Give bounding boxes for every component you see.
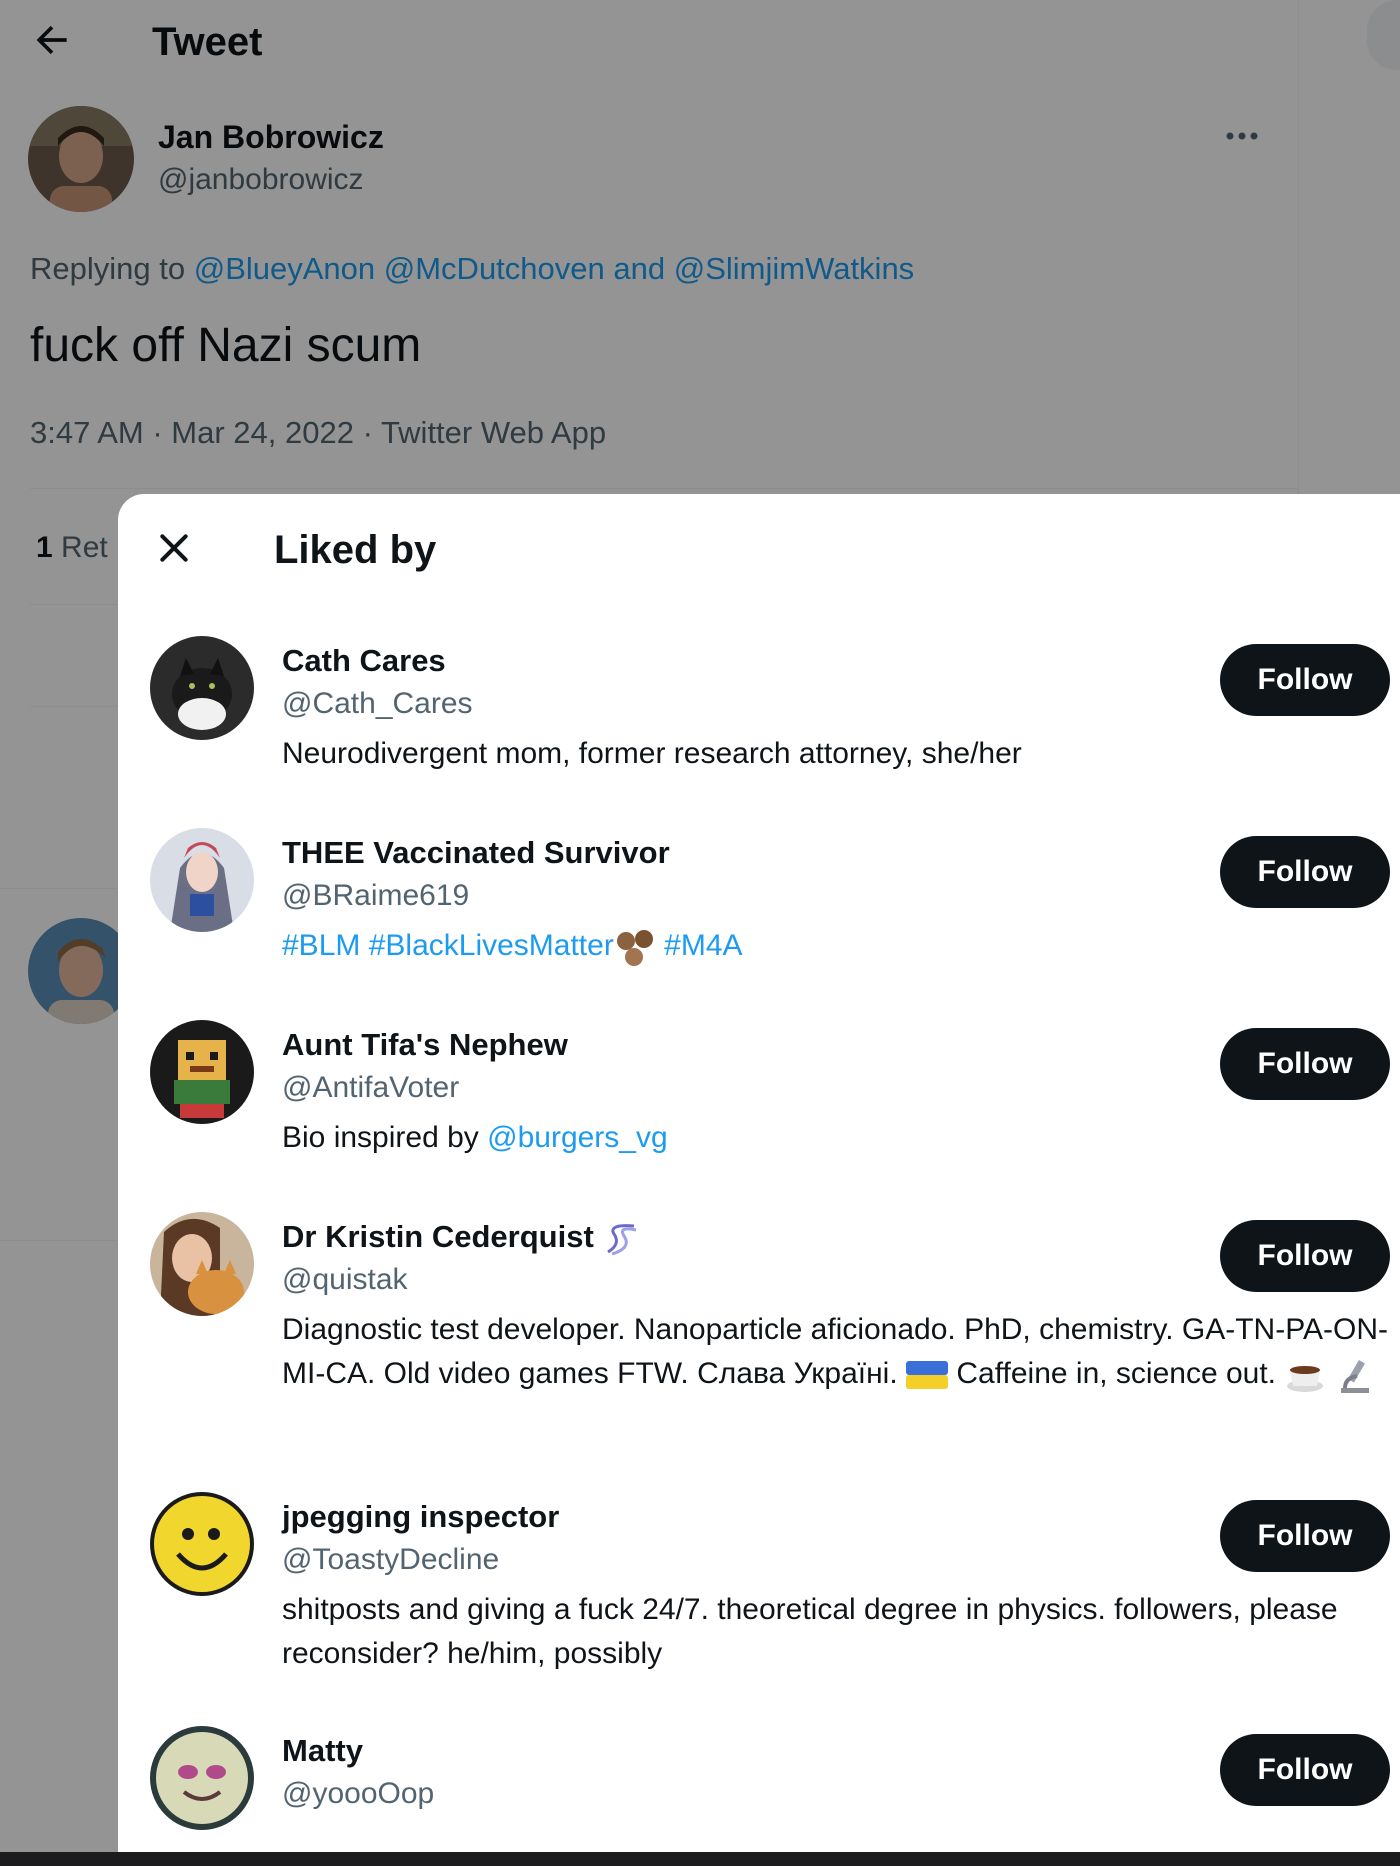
hashtag-link[interactable]: #BlackLivesMatter xyxy=(369,929,614,962)
ukraine-flag-icon xyxy=(906,1361,949,1390)
liked-by-modal: Liked by Cath Cares @Cath_Cares Neurodiv… xyxy=(118,494,1400,1852)
avatar[interactable] xyxy=(150,828,254,932)
follow-button[interactable]: Follow xyxy=(1220,836,1390,908)
bio-text: Caffeine in, science out. xyxy=(956,1357,1277,1390)
brown-hearts-emoji xyxy=(616,930,653,967)
user-name[interactable]: THEE Vaccinated Survivor xyxy=(282,834,670,872)
bottom-strip xyxy=(0,1852,1400,1866)
user-bio: Bio inspired by @burgers_vg xyxy=(282,1116,1392,1160)
avatar[interactable] xyxy=(150,1020,254,1124)
hashtag-link[interactable]: #M4A xyxy=(664,929,742,962)
user-bio: Neurodivergent mom, former research atto… xyxy=(282,737,1022,770)
user-cell[interactable]: Dr Kristin Cederquist @quistak Diagnosti… xyxy=(118,1212,1400,1448)
user-handle[interactable]: @yoooOop xyxy=(282,1776,434,1812)
avatar[interactable] xyxy=(150,1212,254,1316)
user-name[interactable]: Matty xyxy=(282,1732,363,1770)
follow-button[interactable]: Follow xyxy=(1220,1220,1390,1292)
user-cell[interactable]: THEE Vaccinated Survivor @BRaime619 #BLM… xyxy=(118,828,1400,978)
user-handle[interactable]: @Cath_Cares xyxy=(282,686,473,722)
user-handle[interactable]: @BRaime619 xyxy=(282,878,469,914)
avatar[interactable] xyxy=(150,1726,254,1830)
user-name[interactable]: Dr Kristin Cederquist xyxy=(282,1218,640,1258)
close-icon[interactable] xyxy=(154,528,194,568)
user-name[interactable]: Aunt Tifa's Nephew xyxy=(282,1026,568,1064)
mention-link[interactable]: @burgers_vg xyxy=(487,1121,668,1154)
user-bio: Diagnostic test developer. Nanoparticle … xyxy=(282,1308,1392,1396)
user-name-text: Dr Kristin Cederquist xyxy=(282,1219,594,1254)
dna-icon xyxy=(607,1224,637,1256)
user-bio: shitposts and giving a fuck 24/7. theore… xyxy=(282,1593,1338,1670)
coffee-icon xyxy=(1287,1366,1324,1393)
user-cell[interactable]: Matty @yoooOop Follow xyxy=(118,1726,1400,1846)
user-handle[interactable]: @ToastyDecline xyxy=(282,1542,499,1578)
bio-text: Bio inspired by xyxy=(282,1121,479,1154)
user-handle[interactable]: @quistak xyxy=(282,1262,408,1298)
hashtag-link[interactable]: #BLM xyxy=(282,929,360,962)
follow-button[interactable]: Follow xyxy=(1220,1028,1390,1100)
follow-button[interactable]: Follow xyxy=(1220,644,1390,716)
modal-title: Liked by xyxy=(274,528,437,572)
user-handle[interactable]: @AntifaVoter xyxy=(282,1070,459,1106)
user-name[interactable]: Cath Cares xyxy=(282,642,446,680)
user-name[interactable]: jpegging inspector xyxy=(282,1498,559,1536)
microscope-icon xyxy=(1340,1360,1369,1394)
avatar[interactable] xyxy=(150,636,254,740)
user-cell[interactable]: Aunt Tifa's Nephew @AntifaVoter Bio insp… xyxy=(118,1020,1400,1170)
follow-button[interactable]: Follow xyxy=(1220,1734,1390,1806)
user-cell[interactable]: jpegging inspector @ToastyDecline shitpo… xyxy=(118,1492,1400,1682)
user-cell[interactable]: Cath Cares @Cath_Cares Neurodivergent mo… xyxy=(118,636,1400,786)
avatar[interactable] xyxy=(150,1492,254,1596)
follow-button[interactable]: Follow xyxy=(1220,1500,1390,1572)
user-bio: #BLM #BlackLivesMatter #M4A xyxy=(282,924,1392,968)
